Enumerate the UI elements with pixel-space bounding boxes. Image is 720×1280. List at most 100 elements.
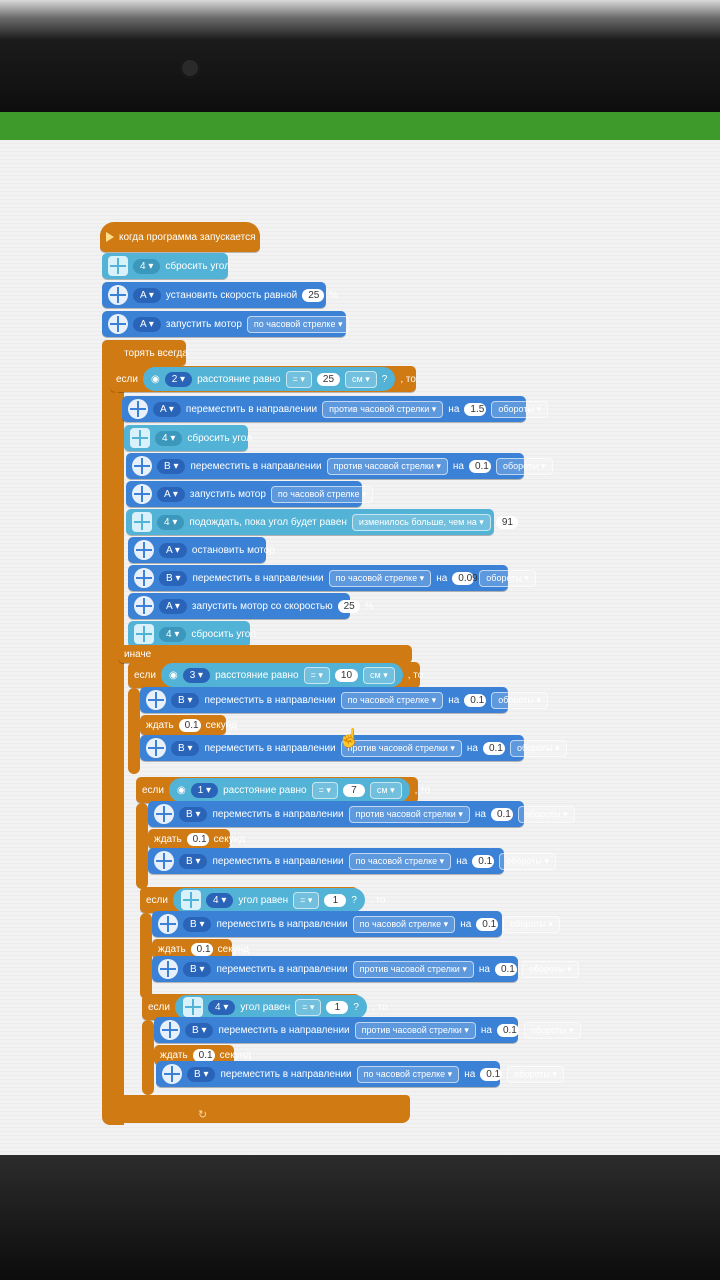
wait-input[interactable]: 0.1 bbox=[190, 942, 213, 956]
distance-condition[interactable]: ◉ 3 ▾ расстояние равно = ▾ 10 см ▾ bbox=[160, 663, 403, 687]
speed-input[interactable]: 25 bbox=[302, 288, 325, 302]
port-dropdown[interactable]: 4 ▾ bbox=[155, 430, 183, 446]
unit-dropdown[interactable]: обороты ▾ bbox=[509, 739, 567, 757]
port-dropdown[interactable]: B ▾ bbox=[179, 806, 208, 822]
port-dropdown[interactable]: B ▾ bbox=[159, 570, 188, 586]
amount-input[interactable]: 0.09 bbox=[452, 571, 478, 585]
block-move-direction[interactable]: B ▾ переместить в направлении против час… bbox=[154, 1017, 581, 1043]
direction-dropdown[interactable]: против часовой стрелки ▾ bbox=[322, 400, 444, 418]
port-dropdown[interactable]: 4 ▾ bbox=[159, 626, 187, 642]
amount-input[interactable]: 1.5 bbox=[464, 402, 487, 416]
port-dropdown[interactable]: B ▾ bbox=[185, 1022, 214, 1038]
direction-dropdown[interactable]: против часовой стрелки ▾ bbox=[326, 457, 448, 475]
distance-condition[interactable]: ◉ 2 ▾ расстояние равно = ▾ 25 см ▾ ? bbox=[142, 367, 396, 391]
distance-input[interactable]: 10 bbox=[334, 668, 359, 682]
port-dropdown[interactable]: B ▾ bbox=[183, 961, 212, 977]
direction-dropdown[interactable]: против часовой стрелки ▾ bbox=[352, 960, 474, 978]
unit-dropdown[interactable]: см ▾ bbox=[369, 781, 402, 799]
direction-dropdown[interactable]: по часовой стрелке ▾ bbox=[340, 691, 444, 709]
direction-dropdown[interactable]: по часовой стрелке ▾ bbox=[246, 315, 350, 333]
wait-input[interactable]: 0.1 bbox=[178, 718, 201, 732]
amount-input[interactable]: 0.1 bbox=[494, 962, 517, 976]
unit-dropdown[interactable]: обороты ▾ bbox=[491, 400, 548, 418]
amount-input[interactable]: 0.1 bbox=[476, 917, 499, 931]
direction-dropdown[interactable]: по часовой стрелке ▾ bbox=[352, 915, 456, 933]
compare-dropdown[interactable]: = ▾ bbox=[303, 666, 330, 684]
wait-input[interactable]: 0.1 bbox=[192, 1048, 215, 1062]
unit-dropdown[interactable]: обороты ▾ bbox=[503, 915, 560, 933]
unit-dropdown[interactable]: обороты ▾ bbox=[517, 805, 575, 823]
port-dropdown[interactable]: 4 ▾ bbox=[207, 999, 236, 1015]
unit-dropdown[interactable]: обороты ▾ bbox=[479, 569, 536, 587]
block-move-direction[interactable]: B ▾ переместить в направлении против час… bbox=[140, 735, 567, 761]
block-move-direction[interactable]: A ▾ переместить в направлении против час… bbox=[122, 396, 548, 422]
direction-dropdown[interactable]: по часовой стрелке ▾ bbox=[270, 485, 374, 503]
block-wait[interactable]: ждать 0.1 секунд bbox=[140, 715, 237, 735]
compare-dropdown[interactable]: = ▾ bbox=[311, 781, 338, 799]
block-move-direction[interactable]: B ▾ переместить в направлении по часовой… bbox=[128, 565, 536, 591]
port-dropdown[interactable]: 4 ▾ bbox=[157, 514, 185, 530]
port-dropdown[interactable]: A ▾ bbox=[157, 486, 185, 502]
unit-dropdown[interactable]: обороты ▾ bbox=[523, 1021, 581, 1039]
if-block-1[interactable]: если ◉ 2 ▾ расстояние равно = ▾ 25 см ▾ … bbox=[110, 366, 416, 392]
block-move-direction[interactable]: B ▾ переместить в направлении по часовой… bbox=[152, 911, 560, 937]
direction-dropdown[interactable]: по часовой стрелке ▾ bbox=[328, 569, 432, 587]
unit-dropdown[interactable]: обороты ▾ bbox=[499, 852, 556, 870]
unit-dropdown[interactable]: обороты ▾ bbox=[521, 960, 579, 978]
compare-dropdown[interactable]: = ▾ bbox=[295, 998, 322, 1016]
wait-input[interactable]: 0.1 bbox=[186, 832, 209, 846]
block-set-speed[interactable]: A ▾ установить скорость равной 25 % bbox=[102, 282, 338, 308]
port-dropdown[interactable]: 1 ▾ bbox=[190, 782, 219, 798]
amount-input[interactable]: 0.1 bbox=[490, 807, 513, 821]
port-dropdown[interactable]: 3 ▾ bbox=[182, 667, 211, 683]
port-dropdown[interactable]: A ▾ bbox=[133, 287, 161, 303]
block-move-direction[interactable]: B ▾ переместить в направлении против час… bbox=[148, 801, 575, 827]
direction-dropdown[interactable]: по часовой стрелке ▾ bbox=[348, 852, 452, 870]
block-reset-angle[interactable]: 4 ▾ сбросить угол bbox=[128, 621, 256, 647]
block-start-motor-speed[interactable]: A ▾ запустить мотор со скоростью 25 % bbox=[128, 593, 374, 619]
port-dropdown[interactable]: A ▾ bbox=[159, 598, 187, 614]
angle-input[interactable]: 91 bbox=[495, 515, 518, 529]
block-wait[interactable]: ждать 0.1 секунд bbox=[148, 829, 245, 849]
port-dropdown[interactable]: B ▾ bbox=[171, 740, 200, 756]
block-move-direction[interactable]: B ▾ переместить в направлении по часовой… bbox=[148, 848, 556, 874]
compare-dropdown[interactable]: = ▾ bbox=[293, 891, 320, 909]
block-move-direction[interactable]: B ▾ переместить в направлении по часовой… bbox=[156, 1061, 564, 1087]
unit-dropdown[interactable]: обороты ▾ bbox=[507, 1065, 564, 1083]
port-dropdown[interactable]: 2 ▾ bbox=[164, 371, 193, 387]
if-block-4[interactable]: если 4 ▾ угол равен = ▾ 1 ? , то bbox=[140, 887, 386, 913]
block-reset-angle[interactable]: 4 ▾ сбросить угол bbox=[124, 425, 252, 451]
block-start-motor[interactable]: A ▾ запустить мотор по часовой стрелке ▾ bbox=[126, 481, 374, 507]
port-dropdown[interactable]: A ▾ bbox=[153, 401, 181, 417]
distance-condition[interactable]: ◉ 1 ▾ расстояние равно = ▾ 7 см ▾ bbox=[168, 778, 410, 802]
port-dropdown[interactable]: B ▾ bbox=[187, 1066, 216, 1082]
block-move-direction[interactable]: B ▾ переместить в направлении по часовой… bbox=[140, 687, 548, 713]
block-start-motor[interactable]: A ▾ запустить мотор по часовой стрелке ▾ bbox=[102, 311, 350, 337]
port-dropdown[interactable]: B ▾ bbox=[171, 692, 200, 708]
direction-dropdown[interactable]: против часовой стрелки ▾ bbox=[354, 1021, 476, 1039]
block-move-direction[interactable]: B ▾ переместить в направлении против час… bbox=[152, 956, 579, 982]
port-dropdown[interactable]: 4 ▾ bbox=[133, 258, 161, 274]
amount-input[interactable]: 0.1 bbox=[482, 741, 505, 755]
amount-input[interactable]: 0.1 bbox=[468, 459, 491, 473]
port-dropdown[interactable]: A ▾ bbox=[159, 542, 187, 558]
hat-block-when-program-starts[interactable]: когда программа запускается bbox=[100, 222, 260, 252]
speed-input[interactable]: 25 bbox=[337, 599, 360, 613]
unit-dropdown[interactable]: обороты ▾ bbox=[495, 457, 553, 475]
if-block-3[interactable]: если ◉ 1 ▾ расстояние равно = ▾ 7 см ▾ ,… bbox=[136, 777, 430, 803]
direction-dropdown[interactable]: по часовой стрелке ▾ bbox=[356, 1065, 460, 1083]
block-wait-until-angle[interactable]: 4 ▾ подождать, пока угол будет равен изм… bbox=[126, 509, 518, 535]
port-dropdown[interactable]: B ▾ bbox=[183, 916, 212, 932]
block-reset-angle[interactable]: 4 ▾ сбросить угол bbox=[102, 253, 230, 279]
amount-input[interactable]: 0.1 bbox=[496, 1023, 519, 1037]
angle-condition[interactable]: 4 ▾ угол равен = ▾ 1 ? bbox=[174, 995, 367, 1019]
mode-dropdown[interactable]: изменилось больше, чем на ▾ bbox=[351, 513, 491, 531]
port-dropdown[interactable]: B ▾ bbox=[157, 458, 186, 474]
compare-dropdown[interactable]: = ▾ bbox=[285, 370, 312, 388]
unit-dropdown[interactable]: обороты ▾ bbox=[491, 691, 548, 709]
port-dropdown[interactable]: A ▾ bbox=[133, 316, 161, 332]
else-branch[interactable]: иначе bbox=[118, 645, 412, 663]
direction-dropdown[interactable]: против часовой стрелки ▾ bbox=[348, 805, 470, 823]
port-dropdown[interactable]: 4 ▾ bbox=[205, 892, 234, 908]
amount-input[interactable]: 0.1 bbox=[464, 693, 487, 707]
